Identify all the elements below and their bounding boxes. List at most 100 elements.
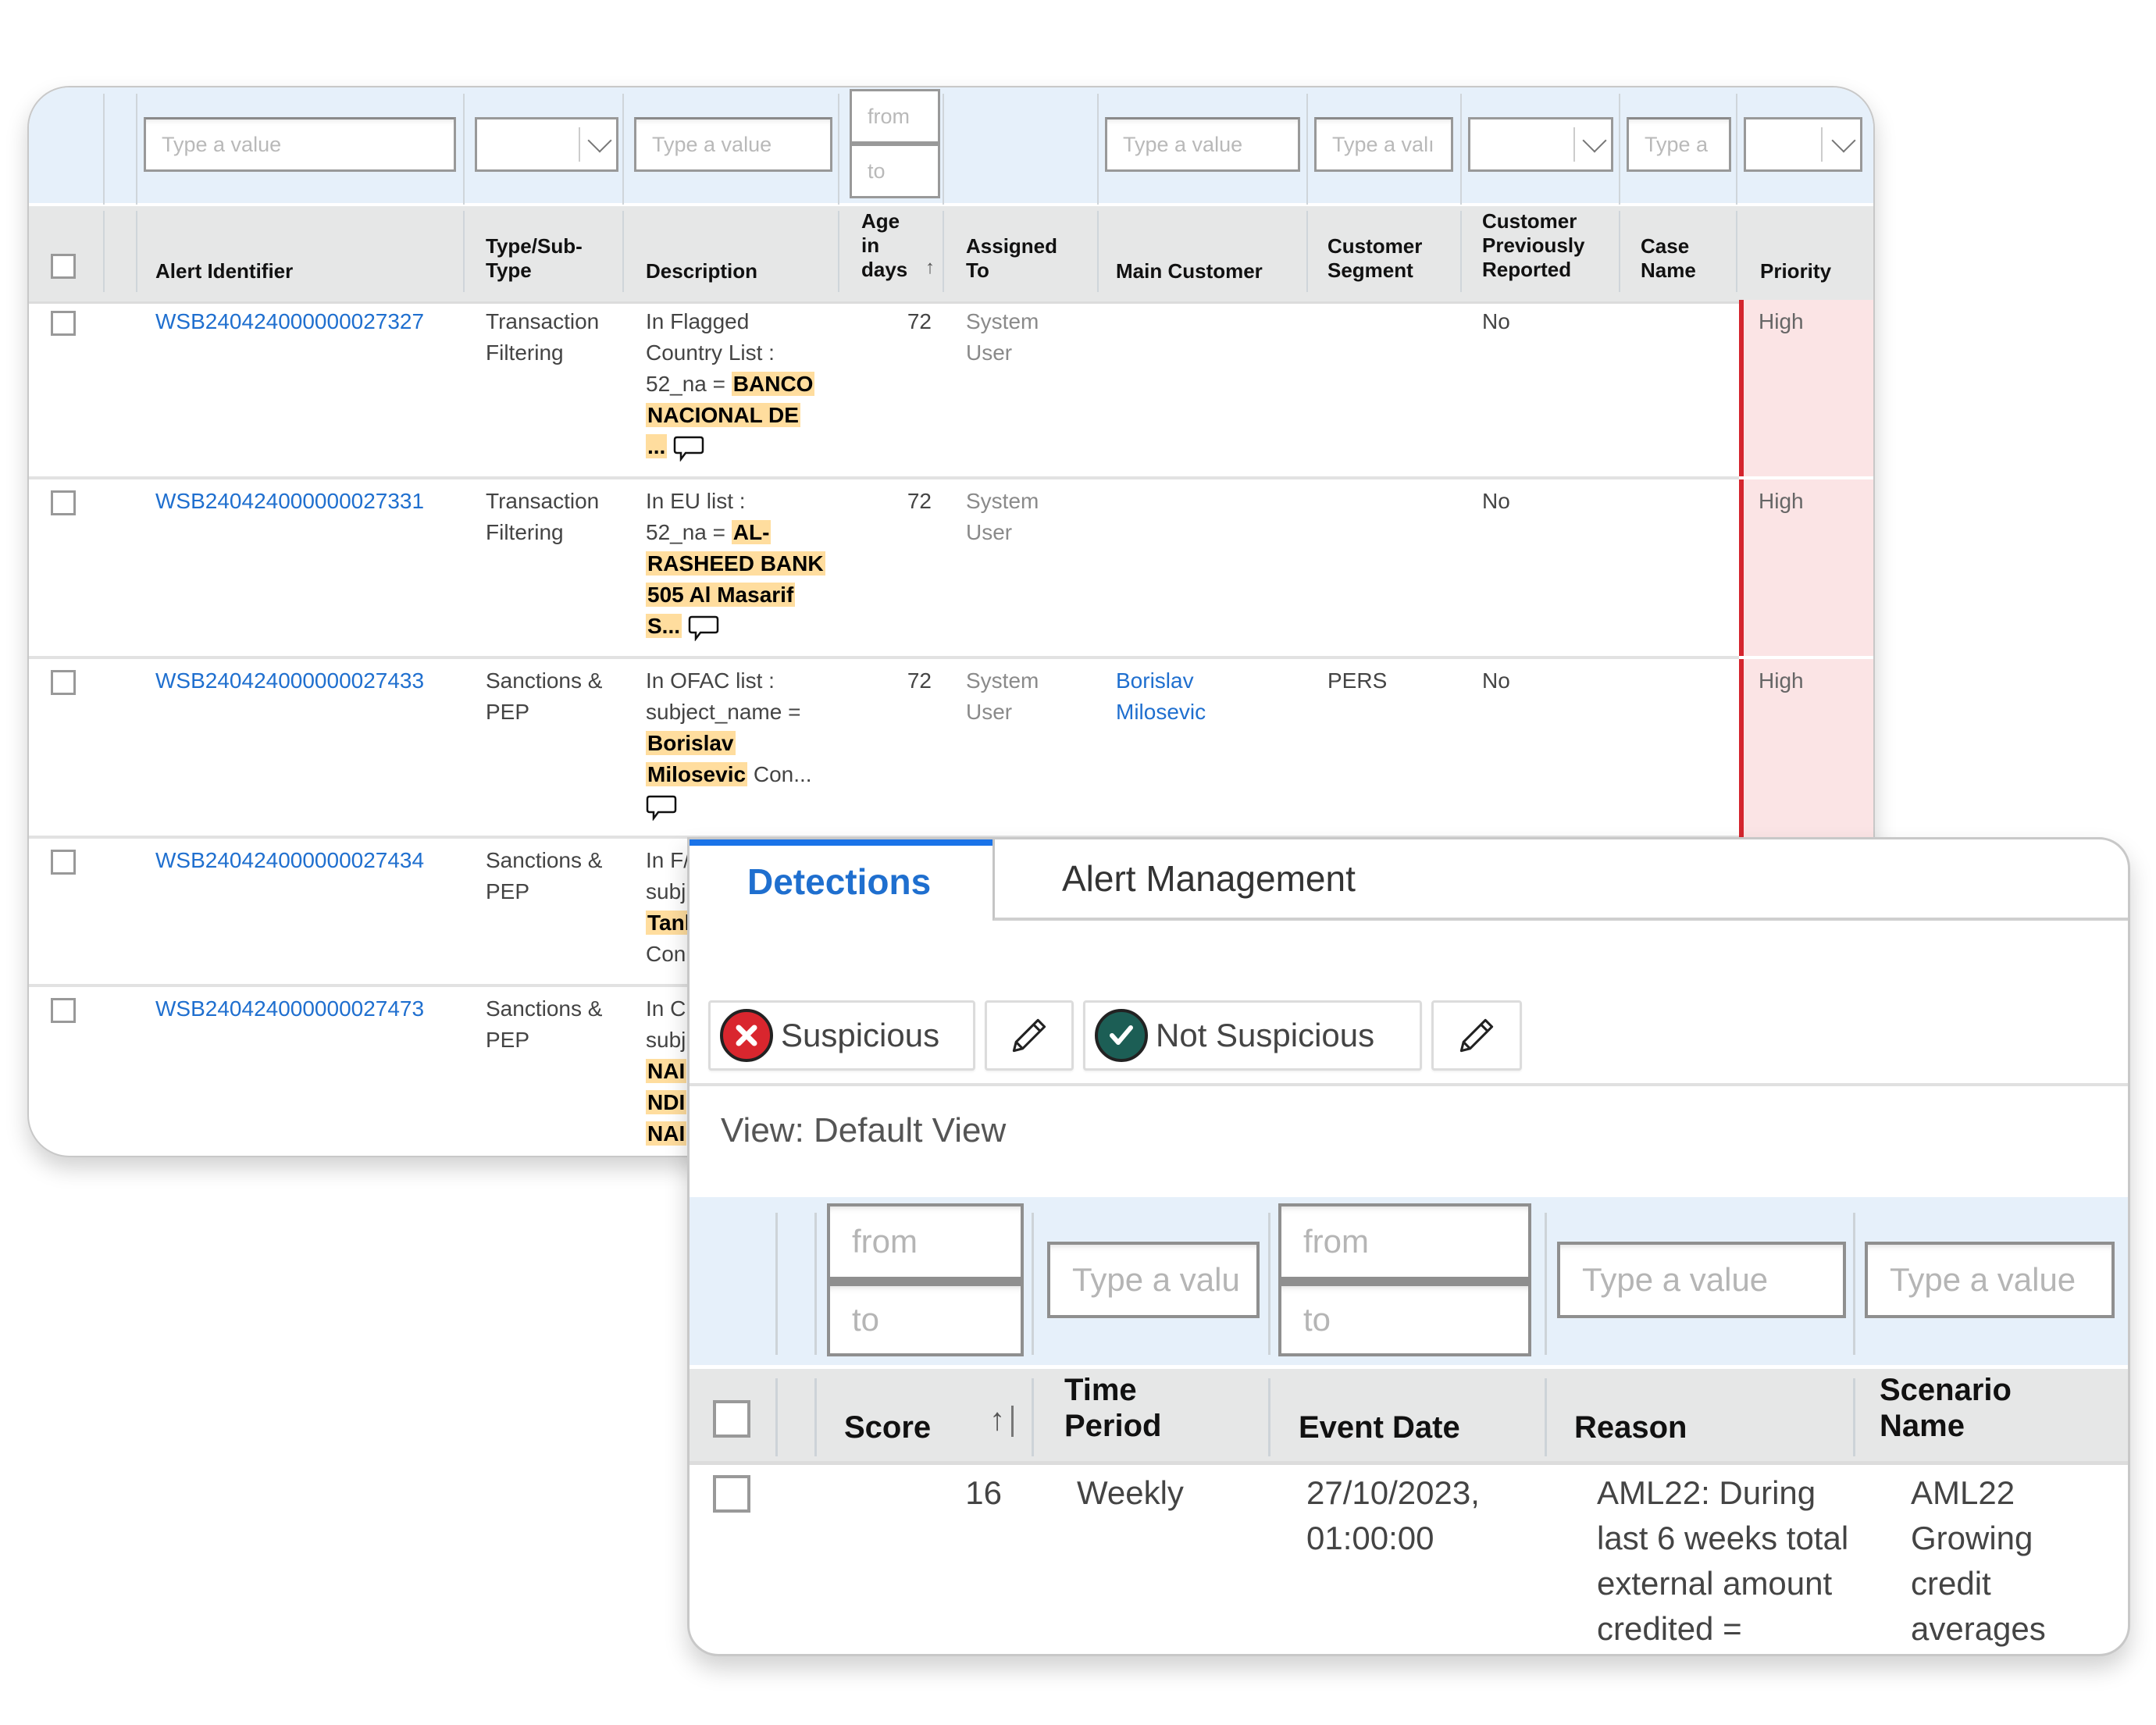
alert-id-link[interactable]: WSB240424000000027433 — [155, 665, 424, 697]
column-separator — [814, 1378, 817, 1456]
row-checkbox[interactable] — [713, 1475, 750, 1513]
header-text: Time — [1064, 1373, 1137, 1407]
row-checkbox[interactable] — [51, 670, 76, 695]
assigned-cell: System User — [966, 665, 1039, 728]
select-all-checkbox[interactable] — [51, 254, 76, 279]
cell-text: 01:00:00 — [1306, 1520, 1434, 1556]
comment-icon[interactable] — [673, 435, 704, 462]
scenario-name-filter[interactable]: Type a value — [1865, 1242, 2115, 1318]
cell-text: Milosevic — [1116, 700, 1206, 724]
main-customer-filter[interactable]: Type a value — [1105, 117, 1300, 172]
cell-text: In C — [646, 996, 686, 1021]
column-header-case-name[interactable]: Case Name — [1641, 234, 1696, 283]
cell-text: Filtering — [486, 520, 564, 544]
cell-text: Sanctions & — [486, 996, 603, 1021]
suspicious-button[interactable]: Suspicious — [708, 1000, 975, 1071]
highlighted-match: 505 Al Masarif — [646, 583, 796, 607]
comment-icon[interactable] — [688, 615, 719, 641]
comment-icon[interactable] — [646, 794, 677, 821]
sort-ascending-icon[interactable]: ↑ — [989, 1402, 1014, 1438]
column-separator — [775, 1378, 778, 1456]
view-selector[interactable]: View: Default View — [721, 1111, 1006, 1150]
main-customer-link[interactable]: Borislav Milosevic — [1116, 665, 1206, 728]
header-text: Previously — [1482, 233, 1585, 257]
column-separator — [622, 94, 624, 205]
column-header-prev-reported[interactable]: Customer Previously Reported — [1482, 209, 1585, 282]
cell-text: 52_na = — [646, 520, 732, 544]
row-checkbox[interactable] — [51, 998, 76, 1023]
cell-text: User — [966, 340, 1013, 365]
header-text: Reported — [1482, 258, 1572, 281]
row-checkbox[interactable] — [51, 311, 76, 336]
column-header-alert-identifier[interactable]: Alert Identifier — [155, 259, 293, 283]
score-to-filter[interactable]: to — [827, 1280, 1024, 1356]
not-suspicious-button[interactable]: Not Suspicious — [1083, 1000, 1422, 1071]
cell-text: AML22 — [1911, 1474, 2015, 1511]
alert-detail-panel: Detections Alert Management Suspicious N… — [687, 837, 2130, 1656]
sort-ascending-icon[interactable]: ↑ — [925, 255, 935, 280]
assigned-cell: System User — [966, 486, 1039, 548]
cell-text: AML22: During — [1597, 1474, 1816, 1511]
tab-alert-management[interactable]: Alert Management — [992, 839, 2128, 921]
pencil-icon — [1459, 1018, 1494, 1053]
column-separator — [1097, 94, 1099, 205]
header-text: in — [861, 233, 880, 257]
column-header-score[interactable]: Score — [844, 1410, 931, 1445]
alert-id-link[interactable]: WSB240424000000027327 — [155, 306, 424, 337]
cell-text: last 6 weeks total — [1597, 1520, 1849, 1556]
column-header-event-date[interactable]: Event Date — [1299, 1410, 1460, 1445]
row-checkbox[interactable] — [51, 850, 76, 875]
time-period-filter[interactable]: Type a valu — [1047, 1242, 1260, 1318]
tab-detections[interactable]: Detections — [690, 839, 992, 918]
highlighted-match: NACIONAL DE — [646, 403, 800, 427]
description-filter[interactable]: Type a value — [634, 117, 832, 172]
score-from-filter[interactable]: from — [827, 1203, 1024, 1280]
select-all-detections-checkbox[interactable] — [713, 1400, 750, 1438]
alerts-header-row — [29, 203, 1873, 304]
event-date-to-filter[interactable]: to — [1278, 1280, 1531, 1356]
column-separator — [1619, 94, 1620, 205]
column-header-customer-segment[interactable]: Customer Segment — [1327, 234, 1422, 283]
case-name-filter[interactable]: Type a — [1627, 117, 1731, 172]
column-header-description[interactable]: Description — [646, 259, 757, 283]
reason-filter[interactable]: Type a value — [1557, 1242, 1846, 1318]
column-separator — [1619, 211, 1620, 292]
column-header-priority[interactable]: Priority — [1760, 259, 1831, 283]
column-separator — [136, 211, 137, 292]
type-filter-select[interactable] — [475, 117, 618, 172]
alert-identifier-filter[interactable]: Type a value — [144, 117, 456, 172]
cell-text: PEP — [486, 879, 530, 903]
cell-text: Sanctions & — [486, 848, 603, 872]
cell-text: subj — [646, 879, 686, 903]
column-header-scenario-name[interactable]: Scenario Name — [1880, 1372, 2012, 1444]
customer-segment-filter[interactable]: Type a valı — [1314, 117, 1453, 172]
column-header-type[interactable]: Type/Sub- Type — [486, 234, 583, 283]
cell-text: Con... — [747, 762, 812, 786]
age-from-filter[interactable]: from — [850, 89, 940, 144]
description-cell: In F/ subj Tanl Con — [646, 845, 693, 970]
highlighted-match: AL- — [731, 520, 772, 544]
column-header-assigned-to[interactable]: Assigned To — [966, 234, 1057, 283]
column-header-reason[interactable]: Reason — [1574, 1410, 1687, 1445]
prev-reported-cell: No — [1482, 668, 1510, 693]
sort-arrow: ↑ — [989, 1402, 1005, 1437]
row-checkbox[interactable] — [51, 490, 76, 515]
cell-text: Borislav — [1116, 668, 1194, 693]
edit-suspicious-button[interactable] — [985, 1000, 1074, 1071]
suspicious-label: Suspicious — [781, 1017, 940, 1053]
alert-id-link[interactable]: WSB240424000000027434 — [155, 845, 424, 876]
age-to-filter[interactable]: to — [850, 144, 940, 198]
column-header-age[interactable]: Age in days — [861, 209, 907, 282]
cell-text: System — [966, 489, 1039, 513]
edit-not-suspicious-button[interactable] — [1431, 1000, 1522, 1071]
event-date-from-filter[interactable]: from — [1278, 1203, 1531, 1280]
column-header-time-period[interactable]: Time Period — [1064, 1372, 1161, 1444]
column-header-main-customer[interactable]: Main Customer — [1116, 259, 1263, 283]
column-separator — [1545, 1378, 1547, 1456]
column-separator — [1460, 211, 1462, 292]
prev-reported-filter-select[interactable] — [1468, 117, 1613, 172]
alert-id-link[interactable]: WSB240424000000027331 — [155, 486, 424, 517]
column-separator — [103, 94, 105, 205]
alert-id-link[interactable]: WSB240424000000027473 — [155, 993, 424, 1025]
priority-filter-select[interactable] — [1744, 117, 1862, 172]
